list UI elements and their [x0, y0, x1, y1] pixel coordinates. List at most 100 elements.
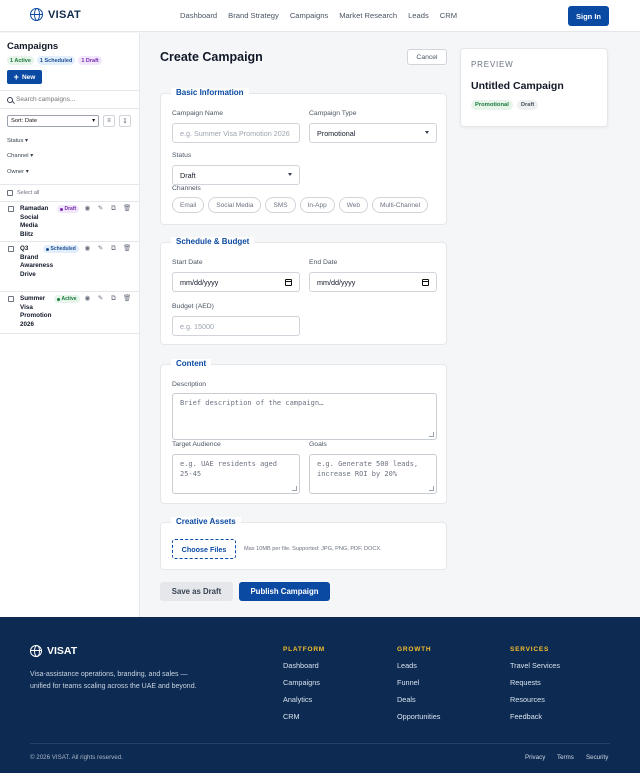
sort-select[interactable]: Sort: Date ▾ — [7, 115, 99, 127]
row-checkbox[interactable] — [8, 296, 14, 302]
target-audience-textarea[interactable]: e.g. UAE residents aged 25-45 — [172, 454, 300, 494]
view-icon[interactable]: ◉ — [84, 205, 91, 212]
duplicate-icon[interactable]: ⧉ — [110, 245, 117, 252]
delete-icon[interactable]: 🗑 — [123, 295, 131, 302]
save-as-draft-button[interactable]: Save as Draft — [160, 582, 233, 601]
edit-icon[interactable]: ✎ — [97, 295, 104, 302]
footer-link[interactable]: Campaigns — [283, 678, 325, 687]
footer-link[interactable]: Resources — [510, 695, 560, 704]
export-button[interactable]: ↧ — [119, 115, 131, 127]
campaign-name: Summer Visa Promotion 2026 — [20, 295, 52, 328]
budget-input[interactable]: e.g. 15000 — [172, 316, 300, 336]
channel-chip-in-app[interactable]: In-App — [299, 197, 335, 213]
nav-dashboard[interactable]: Dashboard — [180, 11, 217, 20]
footer-logo[interactable]: VISAT — [30, 645, 77, 657]
footer-link[interactable]: Deals — [397, 695, 440, 704]
channel-chip-social-media[interactable]: Social Media — [208, 197, 262, 213]
delete-icon[interactable]: 🗑 — [123, 245, 131, 252]
channel-filter[interactable]: Channel ▾ — [7, 153, 33, 159]
channel-chip-web[interactable]: Web — [338, 197, 368, 213]
campaign-name-input[interactable]: e.g. Summer Visa Promotion 2026 — [172, 123, 300, 143]
nav-brand-strategy[interactable]: Brand Strategy — [228, 11, 279, 20]
select-all[interactable]: Select all — [7, 190, 39, 196]
content-section: Content Description Brief description of… — [160, 359, 447, 504]
campaign-row[interactable]: Q3 Brand Awareness Drive Scheduled ◉ ✎ ⧉… — [0, 242, 139, 292]
footer-link[interactable]: Opportunities — [397, 712, 440, 721]
edit-icon[interactable]: ✎ — [97, 205, 104, 212]
resize-handle-icon[interactable] — [292, 486, 297, 491]
footer-column-growth: GROWTH Leads Funnel Deals Opportunities — [397, 646, 440, 729]
sign-in-button[interactable]: Sign In — [568, 6, 609, 26]
campaign-type-select[interactable]: Promotional — [309, 123, 437, 143]
publish-campaign-button[interactable]: Publish Campaign — [239, 582, 330, 601]
status-badge: Draft — [57, 205, 80, 213]
draft-count-pill[interactable]: 1 Draft — [78, 56, 102, 65]
status-summary: 1 Active 1 Scheduled 1 Draft — [7, 56, 102, 65]
footer-link[interactable]: Dashboard — [283, 661, 325, 670]
status-filter[interactable]: Status ▾ — [7, 138, 28, 144]
channel-chip-multi-channel[interactable]: Multi-Channel — [371, 197, 429, 213]
footer-link[interactable]: Funnel — [397, 678, 440, 687]
goals-placeholder: e.g. Generate 500 leads, increase ROI by… — [317, 460, 419, 478]
nav-campaigns[interactable]: Campaigns — [290, 11, 328, 20]
choose-files-button[interactable]: Choose Files — [172, 539, 236, 559]
campaign-search — [0, 90, 139, 109]
nav-crm[interactable]: CRM — [440, 11, 457, 20]
channel-chip-sms[interactable]: SMS — [265, 197, 296, 213]
resize-handle-icon[interactable] — [429, 486, 434, 491]
campaign-name-label: Campaign Name — [172, 110, 223, 117]
active-count-pill[interactable]: 1 Active — [7, 56, 34, 65]
start-date-input[interactable]: mm/dd/yyyy — [172, 272, 300, 292]
view-icon[interactable]: ◉ — [84, 245, 91, 252]
footer-link[interactable]: CRM — [283, 712, 325, 721]
status-dot-icon — [46, 247, 49, 251]
view-icon[interactable]: ◉ — [84, 295, 91, 302]
owner-filter[interactable]: Owner ▾ — [7, 169, 29, 175]
page: VISAT Dashboard Brand Strategy Campaigns… — [0, 0, 640, 773]
footer-link[interactable]: Leads — [397, 661, 440, 670]
row-actions: ◉ ✎ ⧉ 🗑 — [84, 245, 132, 252]
goals-textarea[interactable]: e.g. Generate 500 leads, increase ROI by… — [309, 454, 437, 494]
search-input[interactable] — [16, 96, 126, 103]
scheduled-count-pill[interactable]: 1 Scheduled — [36, 56, 76, 65]
target-audience-label: Target Audience — [172, 441, 221, 448]
row-checkbox[interactable] — [8, 246, 14, 252]
select-all-checkbox[interactable] — [7, 190, 13, 196]
calendar-icon[interactable] — [422, 279, 429, 286]
row-checkbox[interactable] — [8, 206, 14, 212]
campaign-type-label: Campaign Type — [309, 110, 357, 117]
description-textarea[interactable]: Brief description of the campaign… — [172, 393, 437, 440]
campaign-row[interactable]: Ramadan Social Media Blitz Draft ◉ ✎ ⧉ 🗑 — [0, 202, 139, 242]
footer-link[interactable]: Requests — [510, 678, 560, 687]
status-badge: Active — [54, 295, 80, 303]
privacy-link[interactable]: Privacy — [525, 754, 545, 761]
resize-handle-icon[interactable] — [429, 432, 434, 437]
footer: VISAT Visa-assistance operations, brandi… — [0, 617, 640, 773]
status-value: Draft — [180, 170, 196, 180]
campaign-row[interactable]: Summer Visa Promotion 2026 Active ◉ ✎ ⧉ … — [0, 292, 139, 334]
security-link[interactable]: Security — [586, 754, 608, 761]
footer-link[interactable]: Travel Services — [510, 661, 560, 670]
new-campaign-button[interactable]: + New — [7, 70, 42, 84]
calendar-icon[interactable] — [285, 279, 292, 286]
footer-link[interactable]: Analytics — [283, 695, 325, 704]
list-view-button[interactable]: ≡ — [103, 115, 115, 127]
status-select[interactable]: Draft — [172, 165, 300, 185]
channel-chip-email[interactable]: Email — [172, 197, 205, 213]
footer-link[interactable]: Feedback — [510, 712, 560, 721]
page-title: Create Campaign — [160, 50, 263, 64]
duplicate-icon[interactable]: ⧉ — [110, 205, 117, 212]
footer-column-heading: PLATFORM — [283, 646, 326, 653]
duplicate-icon[interactable]: ⧉ — [110, 295, 117, 302]
main-nav: Dashboard Brand Strategy Campaigns Marke… — [180, 11, 468, 20]
nav-market-research[interactable]: Market Research — [339, 11, 397, 20]
logo[interactable]: VISAT — [30, 8, 81, 21]
section-legend: Basic Information — [171, 88, 249, 97]
nav-leads[interactable]: Leads — [408, 11, 429, 20]
edit-icon[interactable]: ✎ — [97, 245, 104, 252]
cancel-button[interactable]: Cancel — [407, 49, 447, 65]
end-date-value: mm/dd/yyyy — [317, 277, 356, 287]
terms-link[interactable]: Terms — [557, 754, 574, 761]
end-date-input[interactable]: mm/dd/yyyy — [309, 272, 437, 292]
delete-icon[interactable]: 🗑 — [123, 205, 131, 212]
